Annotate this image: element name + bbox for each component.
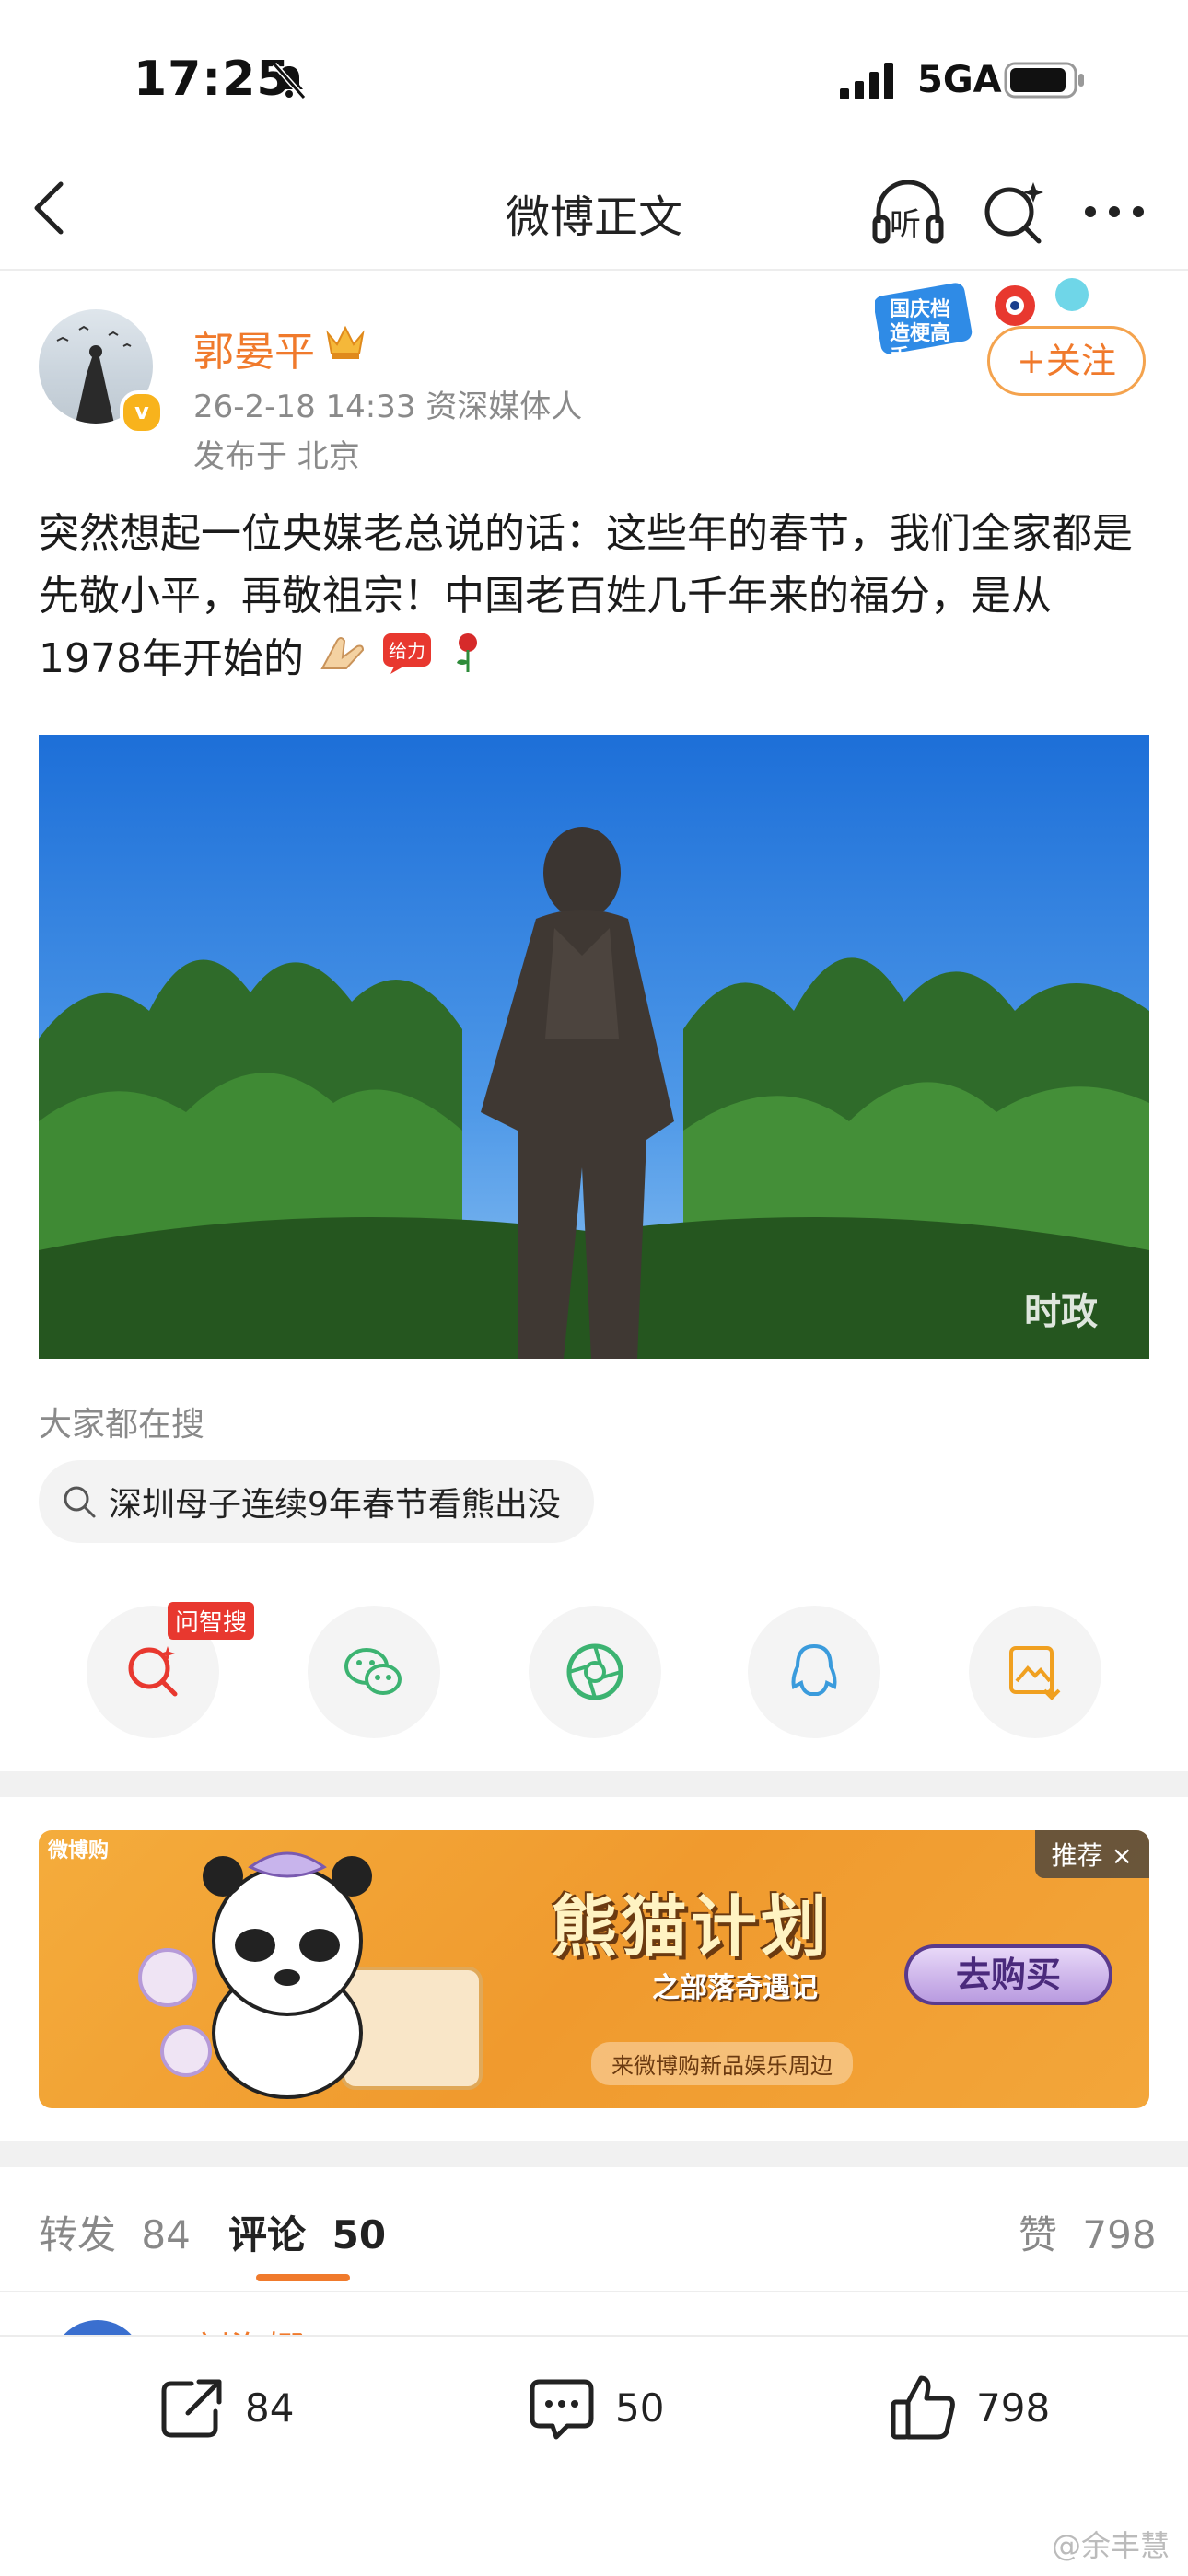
tab-repost-count: 84 — [141, 2212, 191, 2257]
more-icon[interactable] — [1083, 201, 1146, 223]
ad-buy-button[interactable]: 去购买 — [904, 1944, 1112, 2005]
weibo-watermark: @余丰慧 — [1051, 2528, 1170, 2563]
ad-brand: 微博购 — [48, 1839, 110, 1862]
tab-repost[interactable]: 转发 84 — [39, 2204, 191, 2260]
muted-bell-icon — [272, 63, 307, 99]
share-qq-button[interactable] — [748, 1606, 880, 1738]
author-name[interactable]: 郭晏平 — [193, 319, 315, 377]
emoji-row: 给力 — [317, 630, 490, 692]
post-body: 突然想起一位央媒老总说的话：这些年的春节，我们全家都是先敬小平，再敬祖宗！中国老… — [39, 510, 1133, 682]
ad-footer: 来微博购新品娱乐周边 — [591, 2042, 853, 2085]
geili-sticker-label: 给力 — [389, 640, 425, 662]
ad-recommend-tag[interactable]: 推荐 × — [1034, 1830, 1149, 1878]
like-count: 798 — [976, 2385, 1051, 2431]
trending-search-pill[interactable]: 深圳母子连续9年春节看熊出没 — [39, 1460, 594, 1543]
follow-button[interactable]: +关注 — [987, 326, 1146, 396]
repost-icon — [161, 2379, 222, 2438]
like-button[interactable]: 798 — [886, 2366, 1050, 2449]
signal-icon — [840, 63, 893, 99]
crown-icon — [326, 325, 365, 359]
ai-search-icon[interactable] — [980, 175, 1046, 249]
moments-icon — [566, 1643, 623, 1700]
tab-active-indicator — [256, 2274, 350, 2281]
network-type: 5GA — [917, 59, 1002, 101]
verified-badge: v — [120, 390, 164, 435]
listen-button[interactable]: 听 — [869, 175, 947, 249]
image-watermark: 时政 — [1024, 1291, 1098, 1333]
tabs-divider — [0, 2291, 1188, 2292]
listen-label: 听 — [890, 206, 921, 243]
tab-repost-label: 转发 — [39, 2212, 117, 2257]
comment-button[interactable]: 50 — [525, 2366, 664, 2449]
tab-comments-label: 评论 — [228, 2212, 307, 2257]
geili-sticker-icon: 给力 — [382, 633, 431, 674]
save-image-icon — [1009, 1646, 1061, 1700]
nav-divider — [0, 269, 1188, 271]
comment-count: 50 — [615, 2385, 665, 2431]
tab-likes-label: 赞 — [1019, 2212, 1058, 2257]
post-image[interactable]: 时政 — [39, 735, 1149, 1359]
ad-subtitle: 之部落奇遇记 — [652, 1972, 818, 2004]
panda-mascot-icon — [138, 1851, 483, 2099]
repost-button[interactable]: 84 — [155, 2366, 294, 2449]
tab-comments-count: 50 — [332, 2212, 387, 2257]
promo-text: 国庆档 造梗高手 — [890, 298, 951, 369]
save-image-button[interactable] — [969, 1606, 1101, 1738]
trending-query: 深圳母子连续9年春节看熊出没 — [109, 1486, 561, 1524]
section-gap — [0, 2141, 1188, 2167]
rose-emoji-icon — [456, 633, 477, 672]
status-time: 17:25 — [134, 52, 291, 107]
qq-icon — [791, 1643, 837, 1696]
repost-count: 84 — [245, 2385, 295, 2431]
thumbs-up-icon — [891, 2375, 955, 2440]
ai-search-tag: 问智搜 — [168, 1602, 255, 1640]
post-location: 发布于 北京 — [193, 438, 360, 475]
ad-banner[interactable]: 微博购 推荐 × 熊猫计划 之部落奇遇记 去购买 来微博购新品娱乐周边 — [39, 1830, 1149, 2108]
tab-comments[interactable]: 评论 50 — [228, 2204, 386, 2260]
comment-icon — [530, 2379, 594, 2440]
tab-likes-count: 798 — [1082, 2212, 1157, 2257]
folded-hands-emoji-icon — [320, 637, 364, 669]
trending-label: 大家都在搜 — [39, 1406, 205, 1444]
section-gap — [0, 1771, 1188, 1797]
wechat-icon — [344, 1648, 402, 1695]
ad-title: 熊猫计划 — [551, 1887, 832, 1966]
post-meta: 26-2-18 14:33 资深媒体人 — [193, 389, 583, 425]
share-wechat-button[interactable] — [308, 1606, 440, 1738]
tab-likes[interactable]: 赞 798 — [1019, 2204, 1157, 2260]
share-moments-button[interactable] — [529, 1606, 661, 1738]
search-icon — [64, 1486, 96, 1518]
battery-icon — [1004, 62, 1084, 99]
post-text: 突然想起一位央媒老总说的话：这些年的春节，我们全家都是先敬小平，再敬祖宗！中国老… — [39, 503, 1153, 692]
ai-search-share-icon — [128, 1646, 178, 1697]
